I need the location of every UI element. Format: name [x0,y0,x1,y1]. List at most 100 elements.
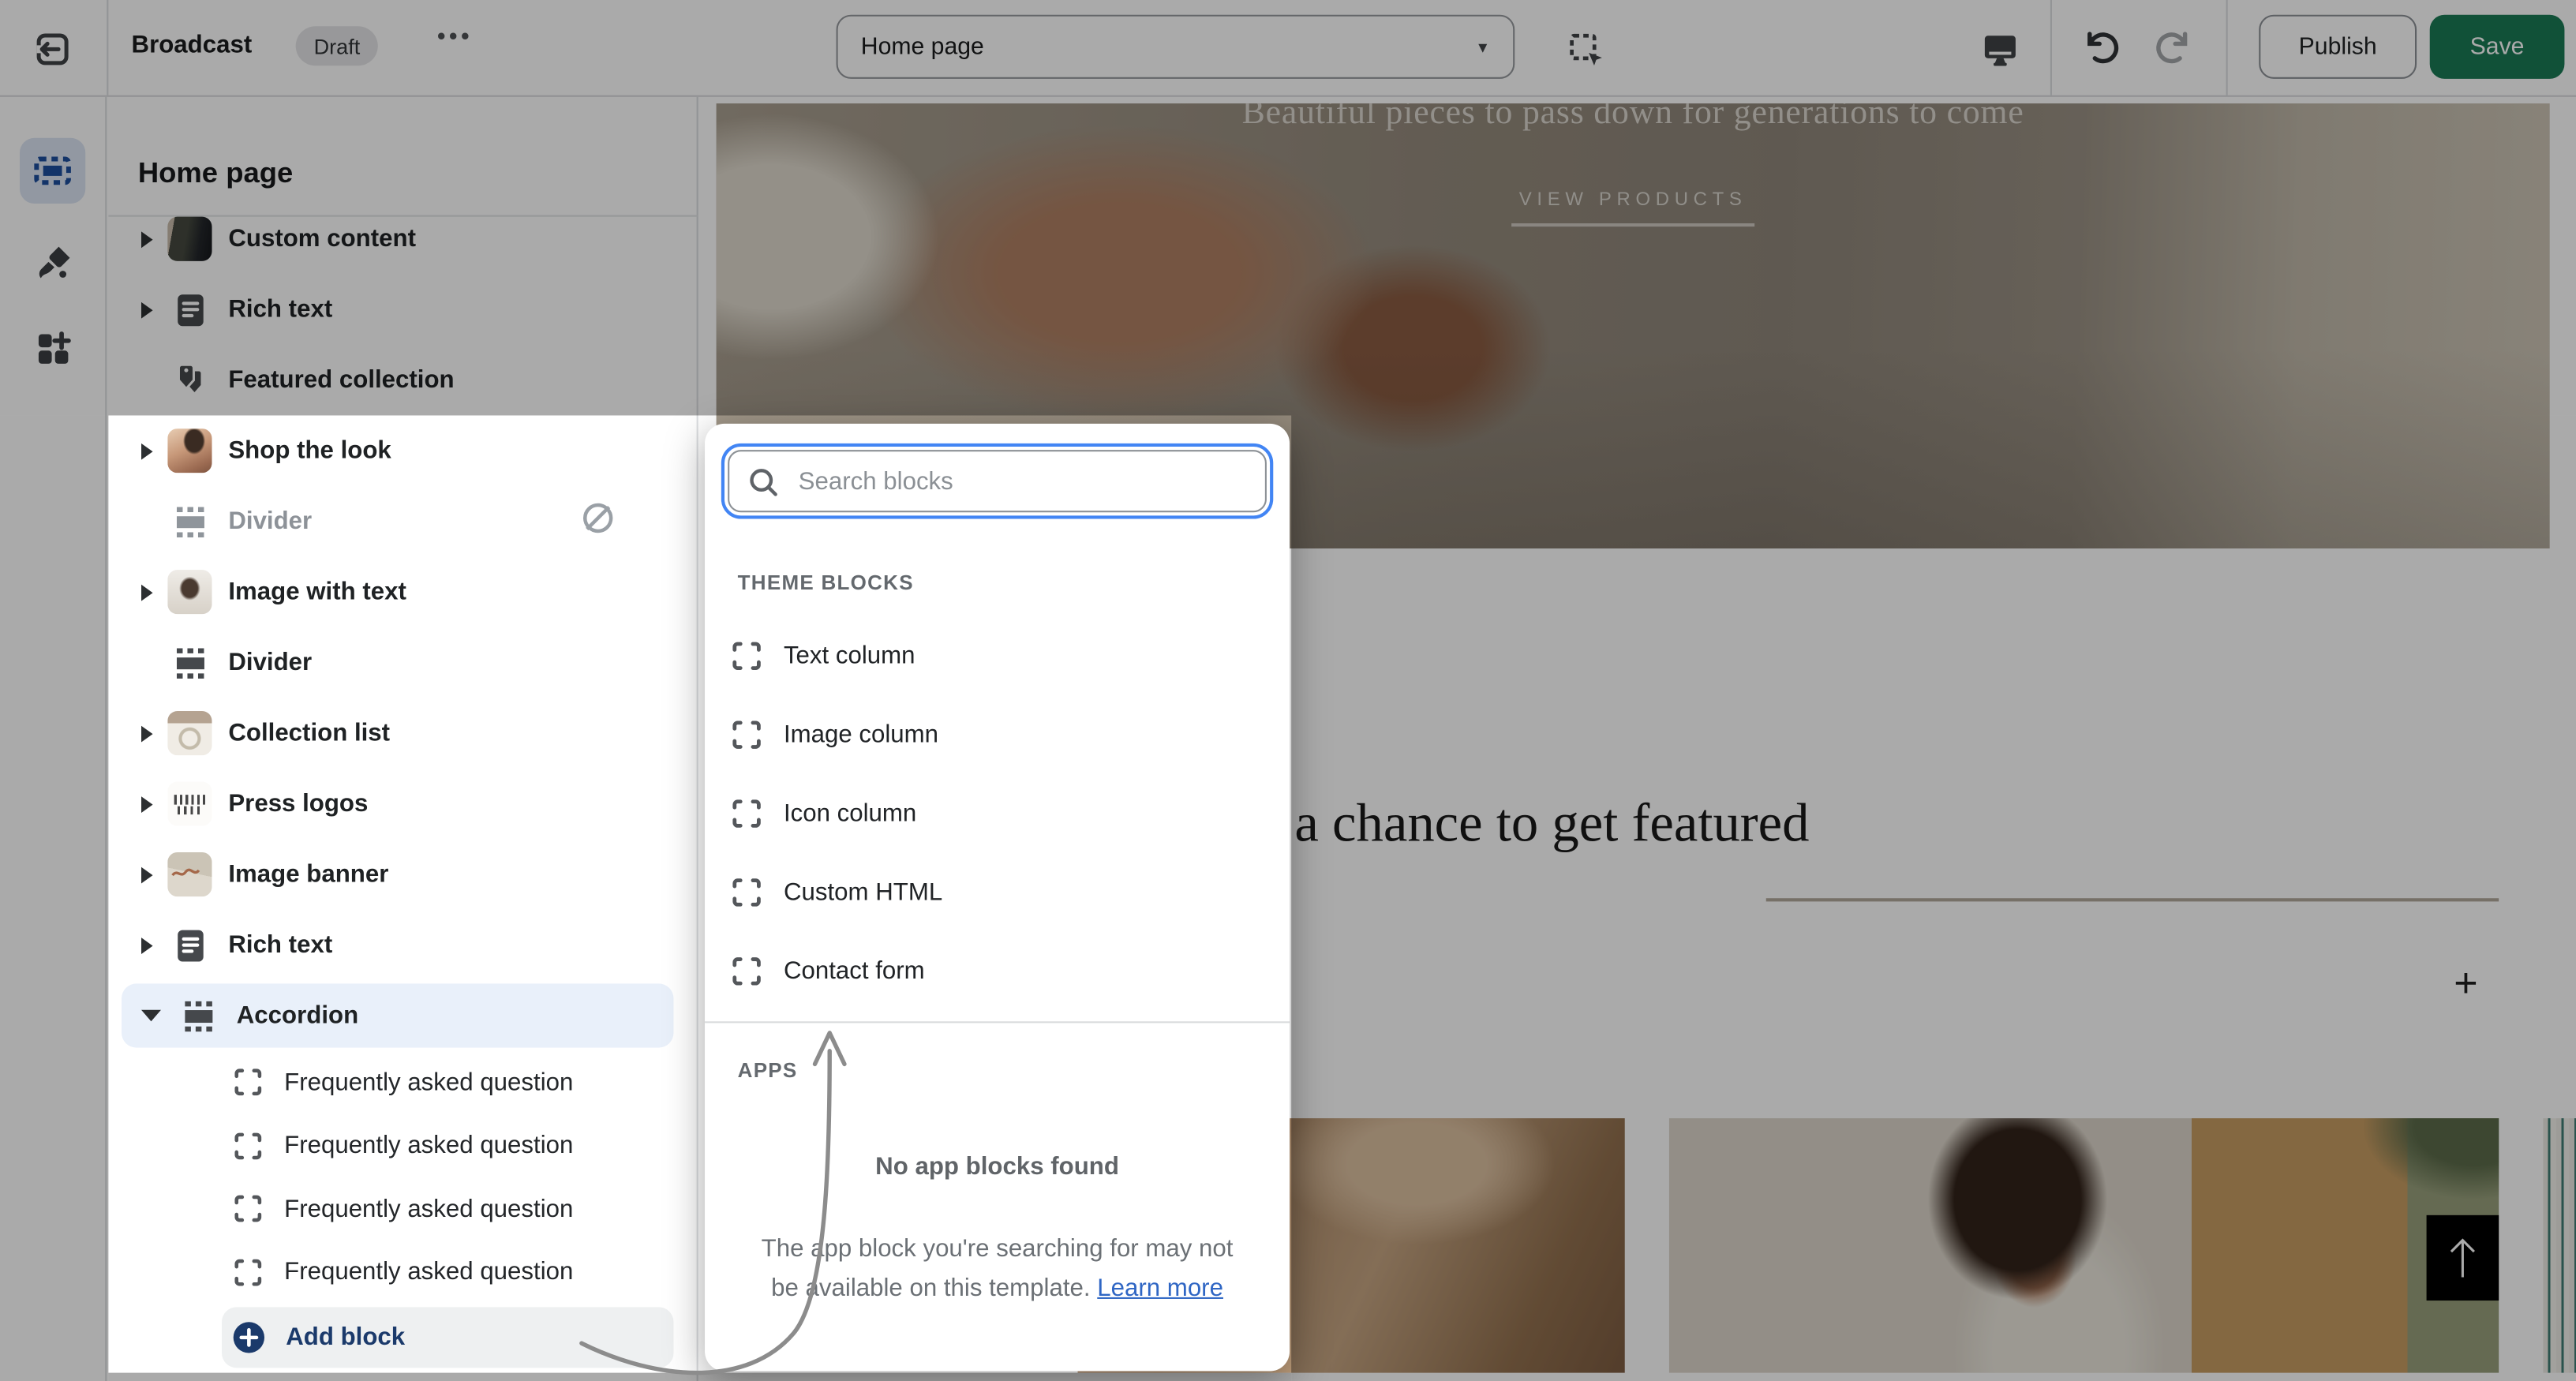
divider-section-icon [167,500,212,544]
sidebar-item-featured-collection[interactable]: Featured collection [108,345,698,415]
sidebar-item-collection-list[interactable]: Collection list [108,698,698,768]
block-brackets-icon [729,953,764,988]
block-brackets-icon [729,638,764,672]
learn-more-link[interactable]: Learn more [1097,1274,1223,1302]
caret-right-icon[interactable] [141,443,153,459]
sections-sidebar: Home page Custom content Rich text Featu… [108,97,698,1381]
undo-button[interactable] [2076,23,2125,72]
select-element-icon [1565,28,1606,69]
cta-underline [1511,223,1754,226]
gallery-image-model-portrait [1669,1118,2499,1373]
sections-icon [32,149,74,192]
inspect-select-button[interactable] [1561,24,1610,73]
theme-name: Broadcast [132,32,253,59]
redo-icon [2152,26,2195,69]
editor-left-rail [0,97,107,1381]
toolbar-divider [2050,0,2052,95]
apps-grid-icon [32,327,73,369]
price-tags-icon [167,358,212,402]
block-item-faq[interactable]: Frequently asked question [108,1177,698,1241]
status-badge: Draft [296,26,378,65]
scroll-to-top-button[interactable] [2427,1215,2499,1301]
block-brackets-icon [232,1192,265,1226]
block-brackets-icon [729,717,764,751]
block-brackets-icon [232,1256,265,1289]
theme-settings-panel-button[interactable] [20,230,85,295]
gallery-image-edge [2543,1118,2576,1373]
apps-panel-button[interactable] [20,316,85,381]
sidebar-item-divider[interactable]: Divider [108,627,698,698]
popup-item-text-column[interactable]: Text column [705,616,1290,694]
block-brackets-icon [232,1066,265,1099]
collection-list-thumbnail [167,711,212,755]
accordion-section-icon [176,994,220,1038]
sidebar-item-image-with-text[interactable]: Image with text [108,556,698,627]
caret-right-icon[interactable] [141,301,153,318]
custom-content-thumbnail [167,217,212,261]
search-field-focus-ring [721,443,1273,519]
no-app-blocks-message: The app block you're searching for may n… [751,1230,1243,1309]
exit-editor-button[interactable] [29,26,75,72]
undo-icon [2080,26,2122,69]
add-block-button[interactable]: Add block [222,1307,673,1368]
popup-item-contact-form[interactable]: Contact form [705,931,1290,1010]
theme-blocks-heading: THEME BLOCKS [738,571,914,594]
search-blocks-input[interactable] [796,466,1249,497]
sidebar-item-press-logos[interactable]: Press logos [108,769,698,839]
exit-icon [33,29,73,69]
caret-right-icon[interactable] [141,937,153,953]
sidebar-item-image-banner[interactable]: Image banner [108,839,698,909]
desktop-preview-button[interactable] [1975,24,2024,73]
press-logos-thumbnail [167,781,212,825]
popup-divider [705,1021,1290,1023]
block-item-faq[interactable]: Frequently asked question [108,1241,698,1304]
caret-right-icon[interactable] [141,230,153,247]
sidebar-item-rich-text[interactable]: Rich text [108,275,698,345]
no-app-blocks-title: No app blocks found [705,1153,1290,1181]
sidebar-page-title: Home page [138,156,293,191]
caret-right-icon[interactable] [141,795,153,812]
publish-button[interactable]: Publish [2259,15,2417,79]
block-brackets-icon [729,874,764,909]
more-options-button[interactable]: ••• [427,21,482,53]
save-button[interactable]: Save [2430,15,2565,79]
popup-item-image-column[interactable]: Image column [705,694,1290,773]
sidebar-item-custom-content[interactable]: Custom content [108,204,698,274]
sidebar-item-accordion[interactable]: Accordion [108,980,698,1050]
block-item-faq[interactable]: Frequently asked question [108,1051,698,1114]
block-brackets-icon [729,795,764,830]
block-brackets-icon [232,1129,265,1162]
top-toolbar: Broadcast Draft ••• Home page ▼ [0,0,2576,97]
sidebar-item-rich-text-2[interactable]: Rich text [108,910,698,980]
sections-panel-button[interactable] [20,138,85,204]
arrow-up-icon [2441,1233,2484,1282]
theme-editor-screen: Broadcast Draft ••• Home page ▼ [0,0,2576,1381]
view-products-link[interactable]: VIEW PRODUCTS [1519,190,1747,210]
popup-item-custom-html[interactable]: Custom HTML [705,852,1290,931]
image-with-text-thumbnail [167,570,212,614]
page-selector-value: Home page [861,34,984,60]
caret-right-icon[interactable] [141,584,153,601]
block-item-faq[interactable]: Frequently asked question [108,1114,698,1177]
caret-right-icon[interactable] [141,725,153,742]
section-list: Custom content Rich text Featured collec… [108,204,698,1368]
add-block-popover: THEME BLOCKS Text column Image column Ic… [705,424,1290,1372]
accordion-plus-toggle[interactable]: + [2444,962,2487,1005]
hero-heading: Beautiful pieces to pass down for genera… [717,103,2550,133]
sidebar-item-shop-the-look[interactable]: Shop the look [108,415,698,485]
sidebar-item-divider-hidden[interactable]: Divider [108,486,698,556]
chevron-down-icon: ▼ [1475,39,1490,55]
paint-brush-icon [32,242,73,283]
redo-button[interactable] [2149,23,2198,72]
eye-slash-icon[interactable] [577,496,620,547]
search-icon [746,464,781,499]
marquee-heading: a chance to get featured [1294,795,1809,855]
popup-item-icon-column[interactable]: Icon column [705,773,1290,852]
caret-right-icon[interactable] [141,866,153,883]
page-selector-dropdown[interactable]: Home page ▼ [837,15,1515,79]
rich-text-icon [167,287,212,331]
caret-down-icon[interactable] [141,1010,161,1022]
desktop-monitor-icon [1979,28,2020,69]
shop-the-look-thumbnail [167,429,212,473]
rich-text-icon [167,923,212,967]
